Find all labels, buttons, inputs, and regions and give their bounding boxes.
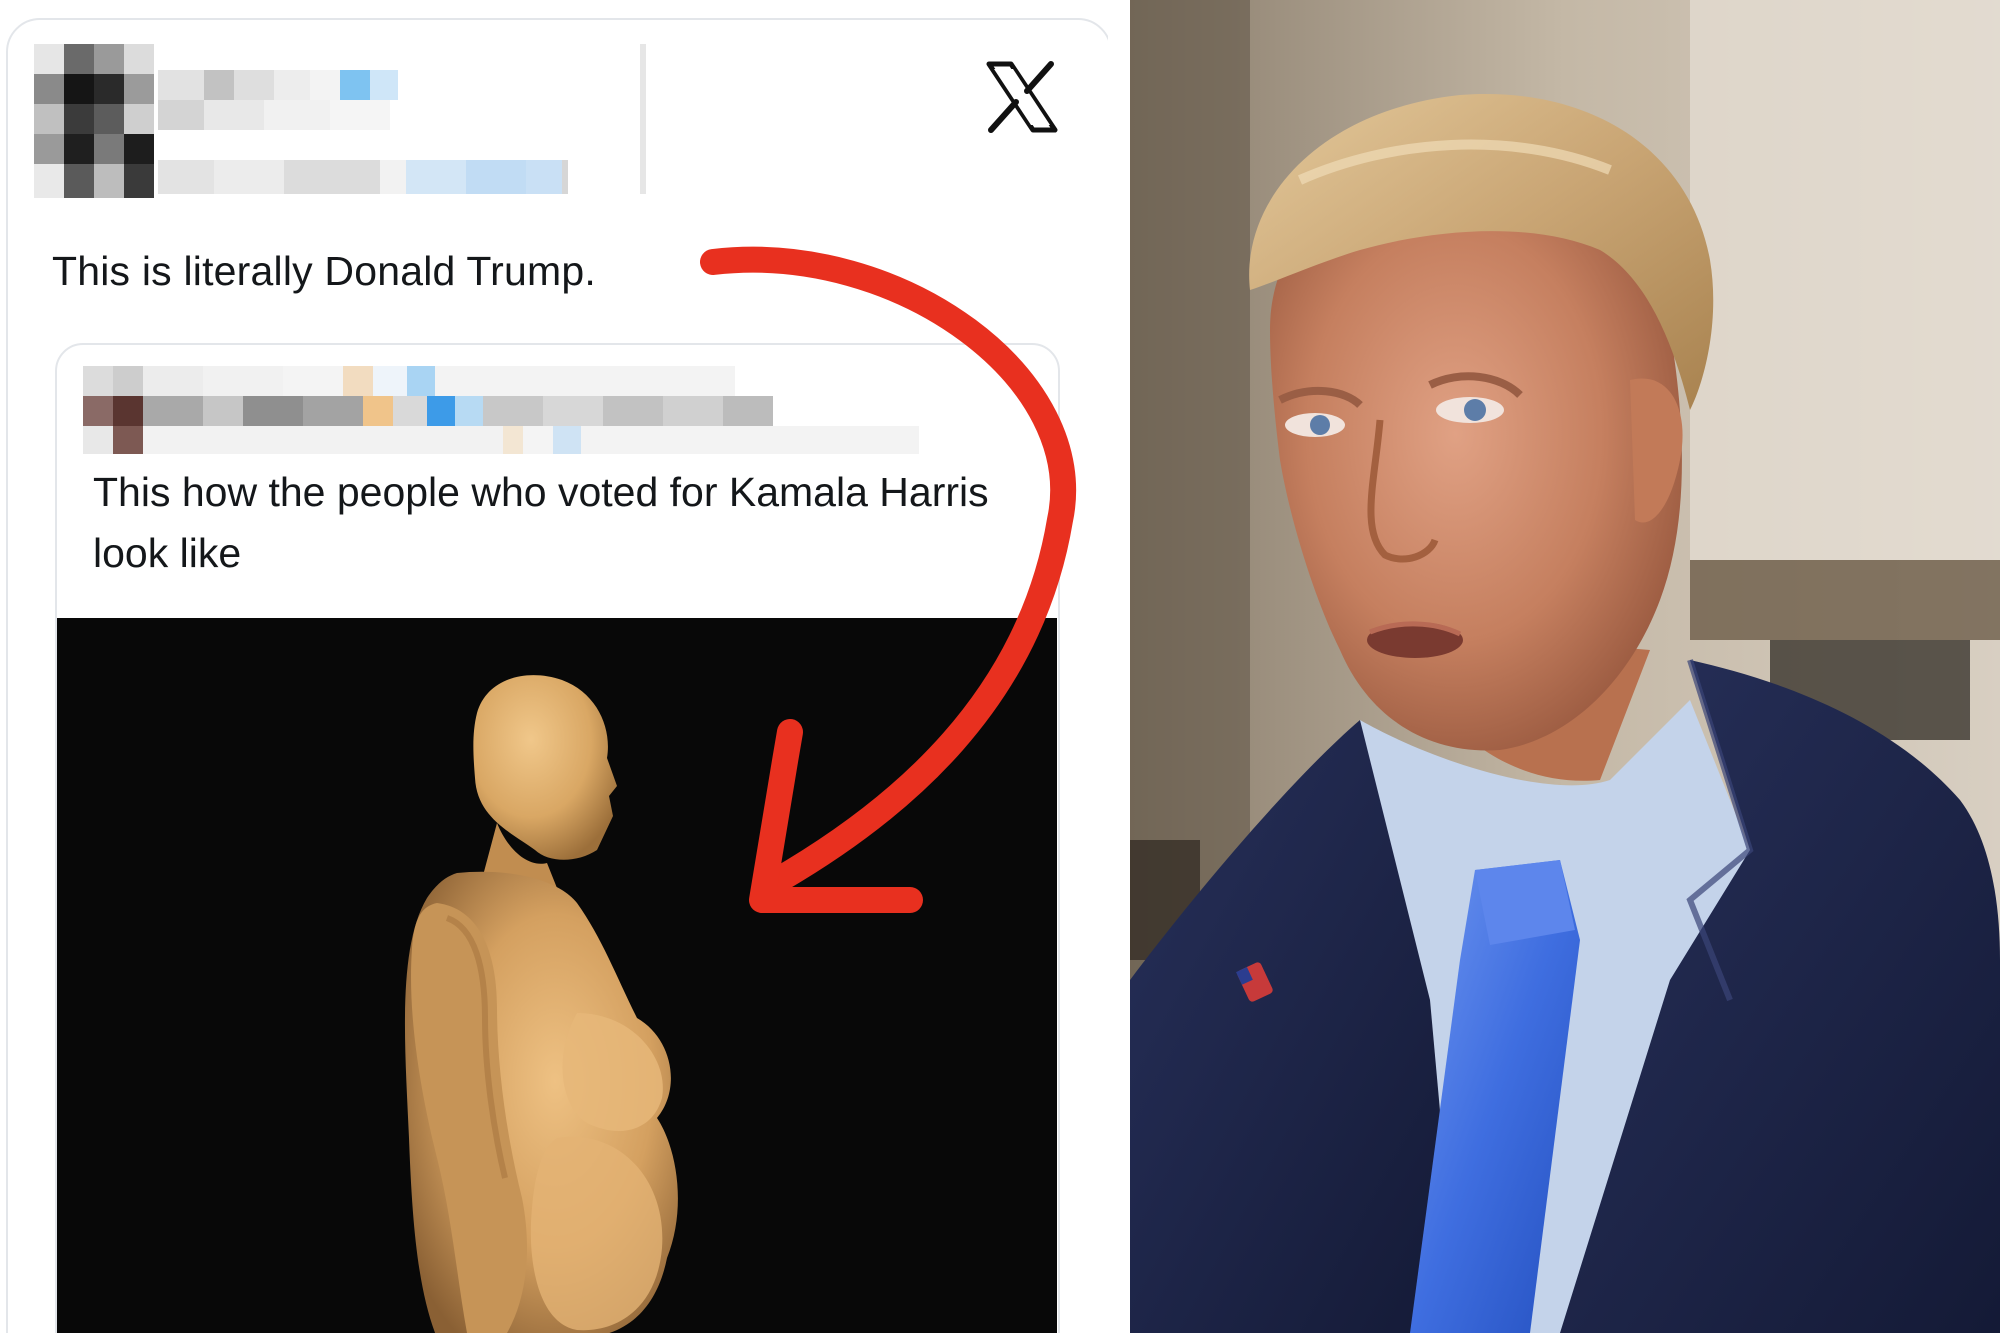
tweet-screenshot-panel: This is literally Donald Trump. This how… bbox=[0, 0, 1124, 1333]
portrait-photo bbox=[1130, 0, 2000, 1333]
panel-divider bbox=[1108, 0, 1130, 1333]
curved-arrow-icon bbox=[700, 246, 1077, 913]
portrait-illustration bbox=[1130, 0, 2000, 1333]
